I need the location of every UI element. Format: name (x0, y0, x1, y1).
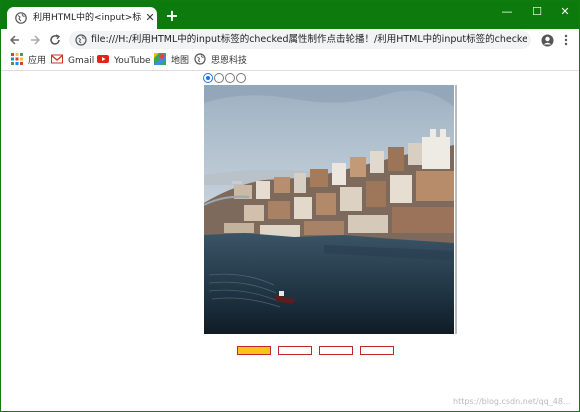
globe-icon (15, 12, 27, 24)
page-content (1, 71, 579, 411)
page-info-icon[interactable] (75, 34, 87, 46)
back-arrow-icon (9, 35, 19, 45)
new-tab-button[interactable]: + (165, 8, 179, 24)
toolbar: file:///H:/利用HTML中的input标签的checked属性制作点击… (1, 29, 579, 51)
carousel-radio-2[interactable] (214, 73, 224, 83)
tab-close-icon[interactable]: ✕ (143, 11, 157, 25)
bookmark-gmail[interactable]: Gmail (51, 53, 94, 67)
carousel-image (204, 85, 454, 334)
reload-button[interactable] (47, 32, 63, 48)
bookmark-label: YouTube (114, 56, 151, 66)
city-river-photo (204, 85, 454, 334)
url-text: file:///H:/利用HTML中的input标签的checked属性制作点击… (91, 34, 527, 45)
menu-button[interactable] (558, 32, 574, 48)
maximize-button[interactable]: ☐ (523, 3, 551, 21)
close-window-button[interactable]: ✕ (551, 3, 579, 21)
carousel-dot-2[interactable] (278, 346, 312, 355)
bookmark-label: Gmail (68, 56, 95, 66)
browser-window: 利用HTML中的<input>标签的c ✕ + — ☐ ✕ (0, 0, 580, 412)
bookmark-label: 应用 (28, 56, 47, 66)
carousel-radio-4[interactable] (236, 73, 246, 83)
gmail-icon (51, 54, 63, 64)
forward-arrow-icon (31, 35, 41, 45)
maps-icon (154, 53, 166, 65)
bookmark-label: 思恩科技 (211, 56, 248, 66)
apps-grid-icon (11, 53, 23, 65)
bookmark-maps[interactable]: 地图 (154, 53, 189, 67)
youtube-icon (97, 55, 109, 63)
carousel-dot-3[interactable] (319, 346, 353, 355)
profile-button[interactable] (539, 32, 555, 48)
address-bar[interactable]: file:///H:/利用HTML中的input标签的checked属性制作点击… (69, 31, 531, 49)
watermark-text: https://blog.csdn.net/qq_48... (453, 397, 571, 406)
forward-button[interactable] (27, 32, 43, 48)
tab-title: 利用HTML中的<input>标签的c (33, 13, 141, 23)
bookmark-apps[interactable]: 应用 (11, 53, 46, 67)
carousel-dot-1[interactable] (237, 346, 271, 355)
minimize-button[interactable]: — (493, 3, 521, 21)
carousel-radio-3[interactable] (225, 73, 235, 83)
profile-icon (541, 34, 553, 47)
bookmark-label: 地图 (171, 56, 190, 66)
globe-icon (194, 53, 206, 65)
reload-icon (50, 34, 61, 45)
bookmark-sien[interactable]: 思恩科技 (194, 53, 247, 67)
back-button[interactable] (7, 32, 23, 48)
more-vert-icon (564, 34, 568, 46)
slide-edge-divider (455, 85, 457, 334)
bookmark-youtube[interactable]: YouTube (97, 53, 151, 67)
carousel-radio-1[interactable] (203, 73, 213, 83)
title-bar: 利用HTML中的<input>标签的c ✕ + — ☐ ✕ (1, 1, 579, 29)
carousel-dot-4[interactable] (360, 346, 394, 355)
browser-tab[interactable]: 利用HTML中的<input>标签的c ✕ (7, 7, 157, 29)
bookmarks-bar: 应用 Gmail YouTube 地图 思恩科技 (1, 51, 579, 71)
